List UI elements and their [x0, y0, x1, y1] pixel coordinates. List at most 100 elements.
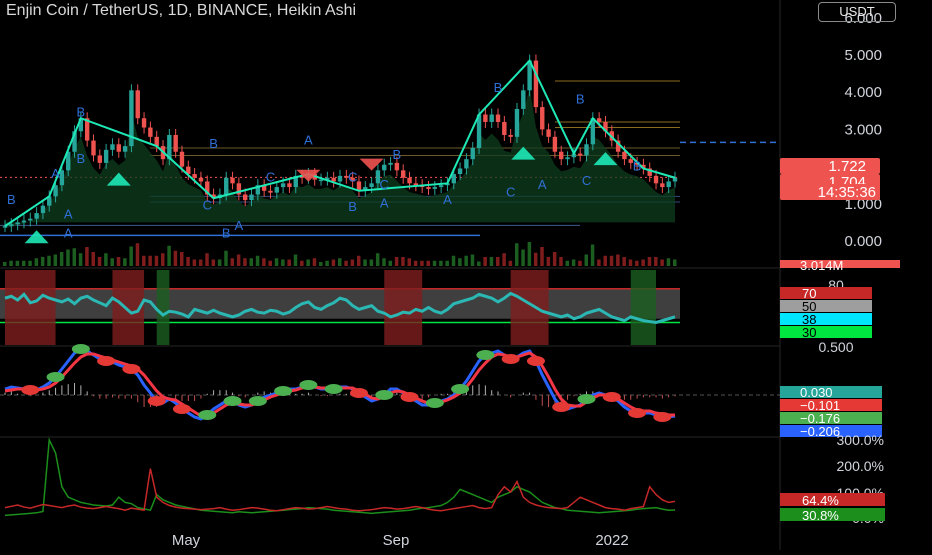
volume-bar — [369, 259, 374, 266]
volume-bar — [192, 259, 197, 266]
candle-body — [9, 224, 14, 227]
volume-bar — [15, 260, 20, 266]
chart-svg[interactable]: 6.0005.0004.0003.0001.0000.0001.7221.704… — [0, 0, 932, 550]
volume-bar — [338, 258, 342, 266]
candle-body — [407, 177, 412, 184]
x-axis-label: Sep — [383, 532, 410, 549]
candle-body — [514, 108, 520, 137]
volume-bar — [205, 253, 209, 266]
volume-bar — [262, 258, 266, 266]
volume-bar — [255, 255, 260, 266]
volatility-value-text: 30.8% — [802, 508, 839, 523]
candle-body — [464, 159, 469, 169]
volume-bar — [3, 262, 7, 266]
volume-bar — [413, 260, 418, 266]
volume-bar — [21, 260, 26, 266]
pattern-label: A — [538, 177, 547, 192]
volume-bar — [173, 250, 178, 266]
volume-bar — [521, 249, 525, 266]
volume-bar — [331, 259, 336, 266]
volume-bar — [154, 255, 159, 266]
pattern-label: C — [582, 173, 591, 188]
volume-bar — [161, 253, 165, 266]
volume-bar — [552, 252, 557, 266]
volume-bar — [514, 243, 519, 266]
volume-bar — [502, 253, 506, 266]
candle-body — [489, 114, 494, 122]
volume-bar — [533, 252, 538, 266]
candle-body — [451, 174, 456, 184]
candle-body — [28, 218, 33, 221]
volume-bar — [401, 257, 405, 266]
volume-bar — [249, 258, 254, 266]
rsi-zone — [5, 270, 56, 345]
macd-dot — [46, 372, 65, 382]
volume-bar — [426, 260, 430, 266]
price-tick-label: 0.000 — [844, 233, 882, 250]
volume-bar — [135, 243, 140, 266]
volume-bar — [603, 255, 607, 266]
volume-bar — [609, 255, 614, 266]
macd-dot — [577, 394, 596, 404]
volume-bar — [179, 252, 184, 266]
candle-body — [552, 136, 558, 152]
volume-bar — [647, 257, 652, 266]
volume-bar — [28, 260, 32, 266]
pattern-label: C — [348, 169, 357, 184]
macd-dot — [274, 386, 293, 396]
candle-body — [483, 114, 488, 122]
candle-body — [318, 179, 324, 182]
macd-dot — [526, 356, 545, 366]
volume-bar — [91, 252, 95, 266]
candle-body — [432, 187, 438, 189]
macd-dot — [122, 364, 141, 374]
candle-body — [141, 118, 147, 128]
candle-body — [173, 134, 178, 152]
macd-dot — [501, 354, 520, 364]
price-label-text: 14:35:36 — [818, 184, 876, 201]
volume-bar — [325, 260, 329, 266]
rsi-level-box — [780, 287, 872, 299]
candle-body — [59, 170, 65, 186]
candle-body — [21, 220, 27, 223]
candle-body — [584, 144, 589, 156]
volume-bar — [281, 259, 285, 266]
volume-bar — [584, 254, 589, 266]
candle-body — [653, 175, 659, 184]
candle-body — [15, 222, 20, 225]
volume-bar — [116, 257, 121, 266]
volume-bar — [439, 260, 443, 266]
candle-body — [457, 168, 463, 175]
volatility-value-text: 64.4% — [802, 493, 839, 508]
chart-area[interactable]: 6.000 5.000 4.000 3.000 1.000 0.000 1.722 1.704… — [0, 0, 932, 550]
candle-body — [40, 205, 46, 214]
candle-body — [192, 174, 197, 178]
chart-title: Enjin Coin / TetherUS, 1D, BINANCE, Heik… — [6, 2, 357, 19]
volume-bar — [142, 255, 146, 266]
volume-bar — [660, 259, 664, 266]
volume-bar — [230, 258, 235, 266]
pattern-label: B — [393, 147, 402, 162]
candle-body — [2, 226, 8, 228]
candle-body — [622, 151, 627, 160]
pattern-label: C — [203, 197, 212, 212]
volume-bar — [527, 242, 532, 266]
volume-bar — [66, 249, 70, 266]
price-tick-label: 5.000 — [844, 47, 882, 64]
volume-bar — [565, 260, 570, 266]
pattern-label: C — [380, 177, 389, 192]
macd-dot — [552, 402, 571, 412]
volume-bar — [407, 258, 412, 266]
candle-body — [369, 183, 374, 188]
volume-bar — [34, 258, 39, 266]
volume-bar — [483, 257, 487, 266]
x-axis-label: 2022 — [595, 532, 628, 549]
rsi-level-box — [780, 313, 872, 325]
rsi-zone — [384, 270, 423, 345]
candle-body — [394, 162, 400, 171]
candle-body — [91, 140, 96, 156]
volume-bar — [78, 253, 83, 266]
currency-button[interactable]: USDT — [818, 2, 896, 22]
volume-bar — [451, 255, 456, 266]
volume-bar — [394, 257, 399, 266]
